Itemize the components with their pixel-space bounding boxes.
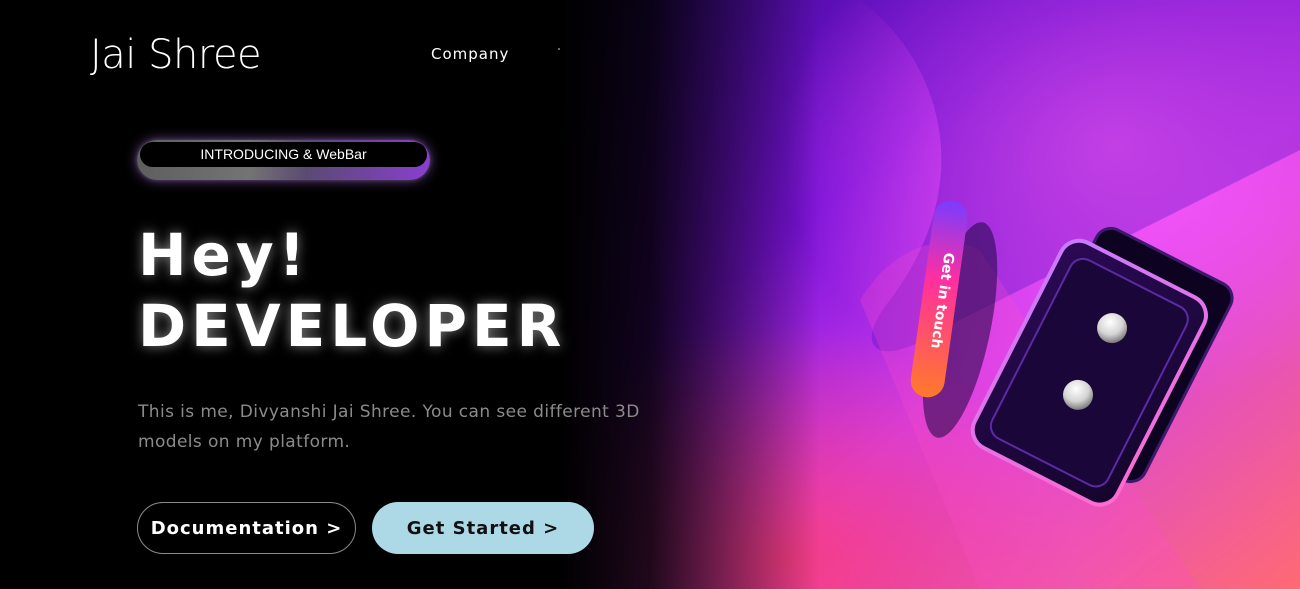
hero-headline: Hey! DEVELOPER [138, 222, 566, 364]
headline-line2: DEVELOPER [138, 292, 567, 360]
headline-line1: Hey! [138, 221, 311, 289]
hero-3d-artwork: Get in touch [560, 0, 1300, 589]
get-started-button[interactable]: Get Started > [372, 502, 594, 554]
logo[interactable]: Jai Shree [90, 32, 262, 78]
intro-badge-label: INTRODUCING & WebBar [140, 142, 427, 167]
documentation-button[interactable]: Documentation > [137, 502, 356, 554]
intro-badge[interactable]: INTRODUCING & WebBar [137, 140, 430, 180]
nav-link-company[interactable]: Company [431, 45, 509, 63]
nav-dot [558, 48, 560, 50]
top-nav: Company [431, 45, 509, 63]
page: Get in touch Jai Shree Company INTRODUCI… [0, 0, 1300, 589]
hero-description: This is me, Divyanshi Jai Shree. You can… [138, 402, 640, 452]
